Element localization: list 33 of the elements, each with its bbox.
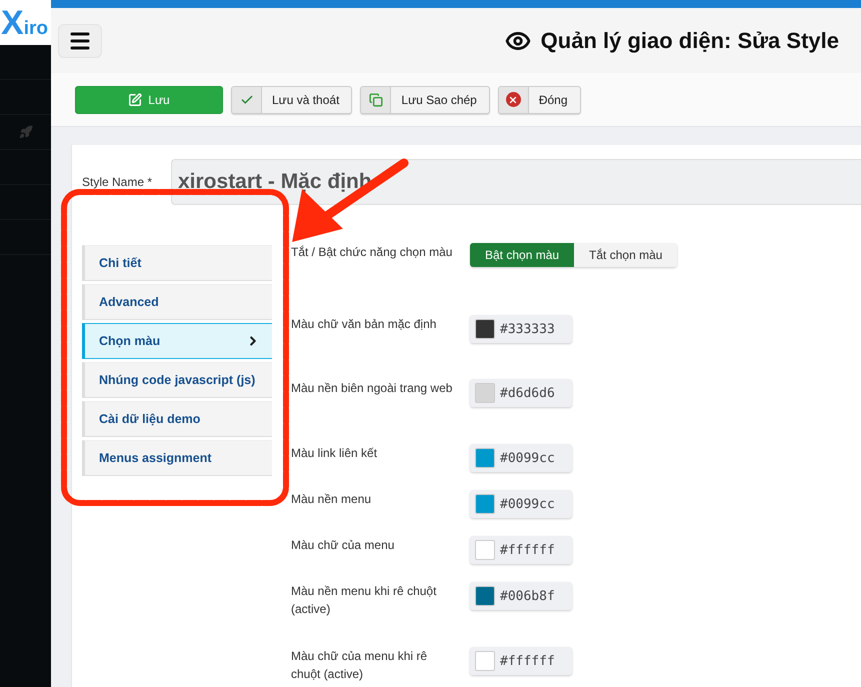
tab[interactable]: Chi tiết <box>82 245 272 281</box>
color-field[interactable]: #ffffff <box>470 536 572 564</box>
close-icon <box>506 92 521 108</box>
tab[interactable]: Chọn màu <box>82 323 272 359</box>
toolbar-button[interactable]: Lưu và thoát <box>231 86 352 114</box>
page-title-text: Quản lý giao diện: Sửa Style <box>540 28 839 54</box>
toolbar-button[interactable]: Lưu Sao chép <box>360 86 490 114</box>
color-field[interactable]: #0099cc <box>470 444 572 472</box>
color-field[interactable]: #006b8f <box>470 582 572 610</box>
field-label: Màu nền menu <box>291 491 372 508</box>
toggle-option[interactable]: Bật chọn màu <box>470 243 574 267</box>
field-label: Style Name * <box>82 175 154 189</box>
field-label: Màu chữ của menu khi rê chuột (active) <box>291 648 428 683</box>
tab[interactable]: Advanced <box>82 284 272 320</box>
copy-icon <box>368 92 383 107</box>
logo: Xiro <box>0 6 48 40</box>
field-label: Màu nền menu khi rê chuột (active) <box>291 583 438 618</box>
tab[interactable]: Cài dữ liệu demo <box>82 401 272 437</box>
toggle-option[interactable]: Tắt chọn màu <box>574 243 678 267</box>
toolbar-button[interactable]: Đóng <box>498 86 581 114</box>
field-label: Màu link liên kết <box>291 445 378 462</box>
color-field[interactable]: #0099cc <box>470 490 572 518</box>
field-label: Tắt / Bật chức năng chọn màu <box>291 244 454 261</box>
menu-button[interactable] <box>58 24 102 58</box>
color-field[interactable]: #ffffff <box>470 647 572 675</box>
color-field[interactable]: #d6d6d6 <box>470 379 572 407</box>
tab[interactable]: Nhúng code javascript (js) <box>82 362 272 398</box>
edit-icon <box>128 92 142 107</box>
field-label: Màu nền biên ngoài trang web <box>291 380 454 397</box>
field-label: Màu chữ văn bản mặc định <box>291 316 438 333</box>
tab[interactable]: Menus assignment <box>82 440 272 476</box>
color-field[interactable]: #333333 <box>470 315 572 343</box>
field-label: Màu chữ của menu <box>291 537 396 554</box>
